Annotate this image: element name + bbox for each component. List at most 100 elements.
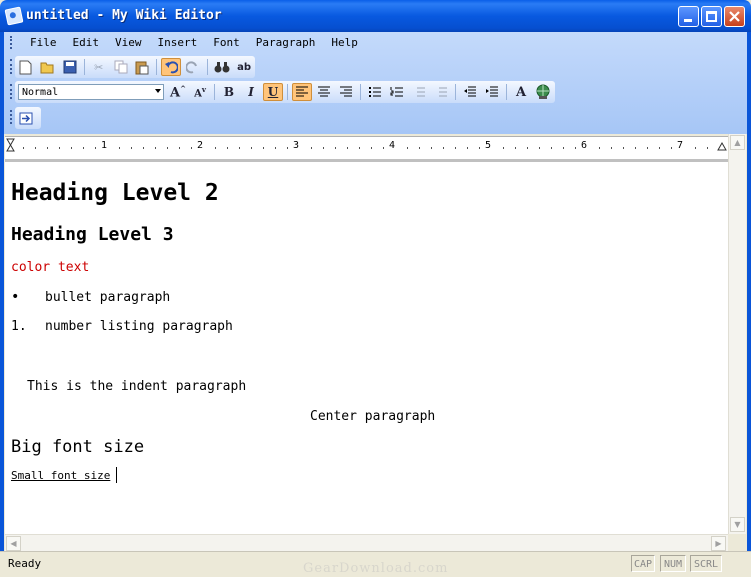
ruler-tick xyxy=(455,147,456,149)
redo-button[interactable] xyxy=(183,58,203,76)
shrink-font-button[interactable]: Av xyxy=(190,83,210,101)
ruler-tick xyxy=(407,147,408,149)
increase-indent-button[interactable] xyxy=(482,83,502,101)
ruler-tick xyxy=(311,147,312,149)
indent-list-icon xyxy=(439,87,447,97)
insert-link-button[interactable] xyxy=(533,83,553,101)
maximize-button[interactable] xyxy=(701,6,722,27)
bullet-paragraph: bullet paragraph xyxy=(45,290,171,305)
style-dropdown-value: Normal xyxy=(22,87,59,98)
toolbar-grip-format[interactable] xyxy=(10,84,14,99)
increase-list-button[interactable] xyxy=(431,83,451,101)
toolbar-separator xyxy=(360,84,361,100)
scroll-right-button[interactable]: ▶ xyxy=(711,536,726,551)
ruler-tick xyxy=(131,147,132,149)
spellcheck-button[interactable]: ab xyxy=(234,58,254,76)
menu-grip[interactable] xyxy=(10,36,14,49)
open-file-button[interactable] xyxy=(38,58,58,76)
chevron-right-icon: ▶ xyxy=(715,539,722,548)
toolbar-separator xyxy=(207,59,209,75)
left-indent-marker-icon[interactable] xyxy=(6,138,16,156)
style-dropdown[interactable]: Normal xyxy=(18,84,164,100)
ruler-tick xyxy=(167,147,168,149)
menu-font[interactable]: Font xyxy=(205,35,248,51)
menu-insert[interactable]: Insert xyxy=(150,35,206,51)
undo-button[interactable] xyxy=(161,58,182,76)
watermark: GearDownload.com xyxy=(303,561,449,576)
number-list-button[interactable] xyxy=(387,83,407,101)
standard-toolbar: ✂ ab xyxy=(15,56,255,78)
bullet-list-icon xyxy=(369,87,381,97)
scroll-lock-indicator: SCRL xyxy=(690,555,722,572)
ruler-tick xyxy=(575,147,576,149)
caps-indicator: CAP xyxy=(631,555,655,572)
bullet-marker: • xyxy=(11,289,20,305)
align-right-icon xyxy=(340,86,352,97)
heading-level-3: Heading Level 3 xyxy=(11,224,174,245)
toolbar-separator xyxy=(214,84,215,100)
menu-file[interactable]: File xyxy=(22,35,65,51)
bold-label: B xyxy=(223,85,235,99)
ruler[interactable]: 1 2 3 4 5 6 7 xyxy=(5,136,728,163)
font-color-button[interactable]: A xyxy=(511,83,531,101)
save-button[interactable] xyxy=(60,58,80,76)
copy-button[interactable] xyxy=(111,58,131,76)
decrease-indent-button[interactable] xyxy=(460,83,480,101)
menu-edit[interactable]: Edit xyxy=(65,35,108,51)
horizontal-scrollbar[interactable]: ◀ ▶ xyxy=(5,534,728,552)
insert-button[interactable] xyxy=(16,109,36,127)
grow-font-icon: A^ xyxy=(170,83,186,101)
ruler-tick xyxy=(371,147,372,149)
underline-button[interactable]: U xyxy=(263,83,283,101)
cut-button[interactable]: ✂ xyxy=(89,58,109,76)
right-indent-marker-icon[interactable] xyxy=(717,142,727,154)
new-file-button[interactable] xyxy=(16,58,36,76)
big-font-paragraph: Big font size xyxy=(11,437,145,457)
undo-icon xyxy=(165,61,179,74)
align-center-icon xyxy=(318,86,330,97)
copy-icon xyxy=(114,60,128,74)
bullet-list-button[interactable] xyxy=(365,83,385,101)
vertical-scrollbar[interactable]: ▲ ▼ xyxy=(728,134,746,534)
italic-button[interactable]: I xyxy=(241,83,261,101)
scroll-down-button[interactable]: ▼ xyxy=(730,517,745,532)
minimize-button[interactable] xyxy=(678,6,699,27)
scroll-left-button[interactable]: ◀ xyxy=(6,536,21,551)
toolbar-grip-extra[interactable] xyxy=(10,110,14,124)
align-right-button[interactable] xyxy=(336,83,356,101)
window-frame-right xyxy=(747,32,751,577)
new-file-icon xyxy=(19,60,32,74)
globe-link-icon xyxy=(536,84,550,99)
ruler-tick xyxy=(155,147,156,149)
scroll-up-button[interactable]: ▲ xyxy=(730,135,745,150)
document-area[interactable]: Heading Level 2 Heading Level 3 color te… xyxy=(5,162,728,534)
find-button[interactable] xyxy=(212,58,232,76)
ruler-tick xyxy=(419,147,420,149)
ruler-tick xyxy=(563,147,564,149)
title-bar[interactable]: untitled - My Wiki Editor xyxy=(0,0,751,32)
menu-view[interactable]: View xyxy=(107,35,150,51)
menu-help[interactable]: Help xyxy=(323,35,366,51)
align-left-icon xyxy=(296,86,308,97)
binoculars-icon xyxy=(214,62,230,73)
font-color-label: A xyxy=(515,84,527,100)
menu-paragraph[interactable]: Paragraph xyxy=(248,35,324,51)
ruler-tick xyxy=(599,147,600,149)
ruler-tick xyxy=(443,147,444,149)
align-center-button[interactable] xyxy=(314,83,334,101)
chevron-down-icon[interactable] xyxy=(155,89,161,93)
ruler-tick xyxy=(671,147,672,149)
paste-button[interactable] xyxy=(133,58,153,76)
small-font-paragraph: Small font size xyxy=(11,469,111,482)
bold-button[interactable]: B xyxy=(219,83,239,101)
align-left-button[interactable] xyxy=(292,83,312,101)
close-button[interactable] xyxy=(724,6,745,27)
shrink-font-icon: Av xyxy=(194,84,206,100)
grow-font-button[interactable]: A^ xyxy=(168,83,188,101)
decrease-list-button[interactable] xyxy=(409,83,429,101)
app-icon[interactable] xyxy=(4,6,24,26)
indent-icon xyxy=(486,86,498,97)
toolbar-grip-standard[interactable] xyxy=(10,59,14,74)
ruler-tick xyxy=(359,147,360,149)
ruler-mark-1: 1 xyxy=(101,140,108,151)
